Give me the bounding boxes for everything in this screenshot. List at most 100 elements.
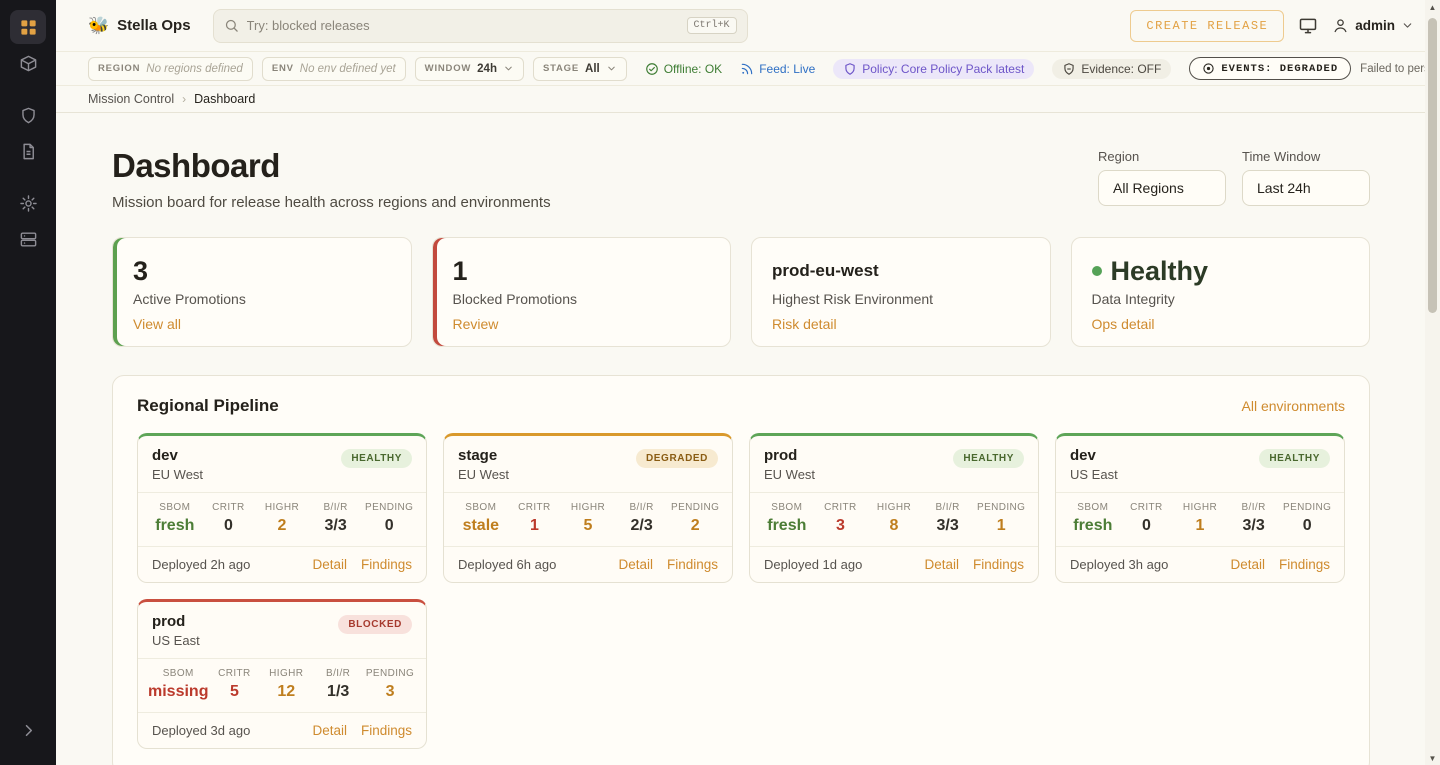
events-status-pill[interactable]: EVENTS: DEGRADED [1189, 57, 1351, 80]
scrollbar-track[interactable] [1425, 14, 1440, 751]
rss-icon [740, 62, 754, 76]
region-select[interactable]: All Regions [1098, 170, 1226, 206]
breadcrumb-dashboard: Dashboard [194, 92, 255, 106]
time-window-filter: Time Window Last 24h [1242, 149, 1370, 206]
findings-link[interactable]: Findings [1279, 557, 1330, 572]
stat-value: 1 [453, 253, 711, 289]
environment-region: US East [152, 633, 200, 648]
metric-highr: HIGHR8 [867, 502, 921, 535]
stat-label: Active Promotions [133, 291, 391, 307]
environment-name: dev [152, 447, 203, 464]
environment-region: US East [1070, 467, 1118, 482]
environment-name: prod [764, 447, 815, 464]
env-card-footer: Deployed 2h ago DetailFindings [138, 547, 426, 582]
shield-icon [19, 106, 38, 125]
region-filter-pill[interactable]: REGION No regions defined [88, 57, 253, 81]
scrollbar-thumb[interactable] [1428, 18, 1437, 313]
sidebar-item-policies[interactable] [10, 98, 46, 132]
metric-critr: CRITR0 [202, 502, 256, 535]
breadcrumb-mission-control[interactable]: Mission Control [88, 92, 174, 106]
metrics-row: SBOMfresh CRITR3 HIGHR8 B/I/R3/3 PENDING… [750, 492, 1038, 547]
metric-label: HIGHR [260, 668, 312, 679]
findings-link[interactable]: Findings [361, 557, 412, 572]
main-content: Dashboard Mission board for release heal… [56, 113, 1440, 765]
metric-pending: PENDING0 [1280, 502, 1334, 535]
sidebar-item-releases[interactable] [10, 46, 46, 80]
metric-value: 1/3 [312, 683, 364, 701]
stat-cards: 3 Active Promotions View all 1 Blocked P… [112, 237, 1370, 347]
search-input[interactable] [247, 18, 679, 33]
findings-link[interactable]: Findings [973, 557, 1024, 572]
metric-label: SBOM [760, 502, 814, 513]
metric-label: CRITR [208, 668, 260, 679]
metric-label: HIGHR [867, 502, 921, 513]
detail-link[interactable]: Detail [618, 557, 653, 572]
env-card-footer: Deployed 6h ago DetailFindings [444, 547, 732, 582]
stat-card-highest-risk-env: prod-eu-west Highest Risk Environment Ri… [751, 237, 1051, 347]
bee-logo-icon: 🐝 [88, 16, 109, 36]
review-link[interactable]: Review [453, 316, 499, 332]
detail-link[interactable]: Detail [924, 557, 959, 572]
page-subtitle: Mission board for release health across … [112, 194, 551, 211]
create-release-button[interactable]: CREATE RELEASE [1130, 10, 1284, 42]
findings-link[interactable]: Findings [667, 557, 718, 572]
scrollbar[interactable]: ▲ ▼ [1425, 0, 1440, 765]
stat-label: Highest Risk Environment [772, 291, 1030, 307]
gear-icon [19, 194, 38, 213]
all-environments-link[interactable]: All environments [1242, 398, 1346, 414]
scroll-down-arrow[interactable]: ▼ [1425, 751, 1440, 765]
environment-region: EU West [152, 467, 203, 482]
stat-value: Healthy [1111, 256, 1209, 287]
detail-link[interactable]: Detail [1230, 557, 1265, 572]
view-all-link[interactable]: View all [133, 316, 181, 332]
dot-circle-icon [1202, 62, 1215, 75]
risk-detail-link[interactable]: Risk detail [772, 316, 837, 332]
detail-link[interactable]: Detail [312, 723, 347, 738]
metric-label: PENDING [1280, 502, 1334, 513]
user-icon [1332, 17, 1349, 34]
metric-value: fresh [1066, 517, 1120, 535]
user-name: admin [1355, 18, 1395, 33]
region-pill-value: No regions defined [146, 63, 243, 75]
package-icon [19, 54, 38, 73]
region-filter: Region All Regions [1098, 149, 1226, 206]
sidebar-item-settings[interactable] [10, 186, 46, 220]
metric-value: 5 [561, 517, 615, 535]
deployed-time: Deployed 3d ago [152, 723, 250, 738]
metric-pending: PENDING1 [974, 502, 1028, 535]
time-window-select[interactable]: Last 24h [1242, 170, 1370, 206]
chevron-down-icon [1401, 19, 1414, 32]
sidebar-item-infrastructure[interactable] [10, 222, 46, 256]
stage-filter-pill[interactable]: STAGE All [533, 57, 627, 81]
metric-pending: PENDING0 [362, 502, 416, 535]
metric-label: CRITR [1120, 502, 1174, 513]
findings-link[interactable]: Findings [361, 723, 412, 738]
environment-name: prod [152, 613, 200, 630]
sidebar-item-documents[interactable] [10, 134, 46, 168]
window-filter-pill[interactable]: WINDOW 24h [415, 57, 524, 81]
brand[interactable]: 🐝 Stella Ops [88, 16, 191, 36]
metric-label: CRITR [508, 502, 562, 513]
display-mode-button[interactable] [1298, 16, 1318, 36]
chevron-right-icon [19, 721, 38, 740]
sidebar-expand-button[interactable] [10, 713, 46, 747]
shield-icon [843, 62, 857, 76]
stat-label: Data Integrity [1092, 291, 1350, 307]
stat-value: 3 [133, 253, 391, 289]
breadcrumb: Mission Control › Dashboard [56, 86, 1440, 113]
metric-value: 1 [974, 517, 1028, 535]
metric-label: B/I/R [1227, 502, 1281, 513]
regional-pipeline-panel: Regional Pipeline All environments dev E… [112, 375, 1370, 765]
sidebar-item-dashboard[interactable] [10, 10, 46, 44]
brand-name: Stella Ops [117, 17, 190, 34]
page-header: Dashboard Mission board for release heal… [112, 147, 1370, 211]
context-bar: REGION No regions defined ENV No env def… [56, 52, 1440, 86]
offline-status: Offline: OK [645, 62, 722, 76]
user-menu[interactable]: admin [1332, 17, 1414, 34]
detail-link[interactable]: Detail [312, 557, 347, 572]
global-search[interactable]: Ctrl+K [213, 9, 748, 43]
metric-bir: B/I/R1/3 [312, 668, 364, 701]
ops-detail-link[interactable]: Ops detail [1092, 316, 1155, 332]
scroll-up-arrow[interactable]: ▲ [1425, 0, 1440, 14]
env-filter-pill[interactable]: ENV No env defined yet [262, 57, 406, 81]
